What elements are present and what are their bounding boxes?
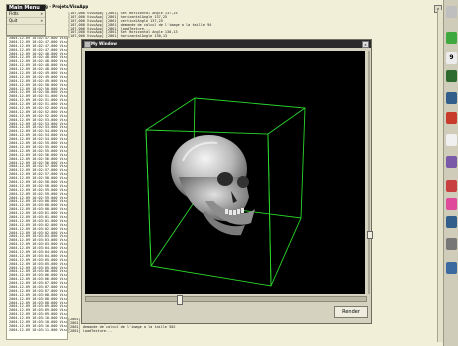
app-icon-5[interactable] (446, 92, 457, 104)
console-log-left: 2004-12-09 18:02:47.000 VisuApp[2861]200… (6, 36, 68, 340)
horizontal-angle-slider[interactable] (85, 295, 367, 305)
app-icon-11[interactable] (446, 216, 457, 228)
vertical-slider-thumb[interactable] (367, 231, 373, 239)
app-icon-7[interactable] (446, 134, 457, 146)
main-menu: Main Menu Fldts » Quit » (6, 4, 46, 36)
window-close-icon[interactable]: x (362, 41, 369, 48)
render-viewport[interactable] (85, 51, 365, 294)
app-icon-3[interactable]: 9 (446, 52, 457, 64)
log-line: 2004-12-09 18:03:11.000 VisuApp[2861] (9, 327, 68, 332)
submenu-arrow-icon: » (40, 11, 43, 16)
app-title: g - Projets/VisuApp (45, 4, 89, 9)
window-title: My Window (91, 41, 117, 46)
skull-render (171, 135, 255, 236)
submenu-arrow-icon: » (40, 18, 43, 23)
main-menu-item-quit[interactable]: Quit » (7, 18, 45, 25)
window-titlebar[interactable]: My Window x (82, 40, 371, 48)
log-line: [2861] loadTexture... (68, 328, 113, 333)
menu-item-label: Fldts (9, 11, 19, 16)
dock: 9 (443, 0, 458, 346)
main-menu-item-fldts[interactable]: Fldts » (7, 11, 45, 18)
app-icon-12[interactable] (446, 238, 457, 250)
menu-item-label: Quit (9, 18, 18, 23)
app-icon-6[interactable] (446, 112, 457, 124)
app-icon-1[interactable] (446, 6, 457, 18)
my-window: My Window x Render (81, 39, 373, 324)
window-menu-icon[interactable] (84, 41, 91, 48)
app-icon-9[interactable] (446, 180, 457, 192)
vertical-angle-slider[interactable] (367, 51, 373, 294)
render-button[interactable]: Render (334, 306, 368, 318)
app-icon-2[interactable] (446, 32, 457, 44)
volume-render-svg (145, 97, 306, 287)
horizontal-slider-thumb[interactable] (177, 295, 183, 305)
app-icon-8[interactable] (446, 156, 457, 168)
app-icon-13[interactable] (446, 262, 457, 274)
app-icon-10[interactable] (446, 198, 457, 210)
app-icon-4[interactable] (446, 70, 457, 82)
